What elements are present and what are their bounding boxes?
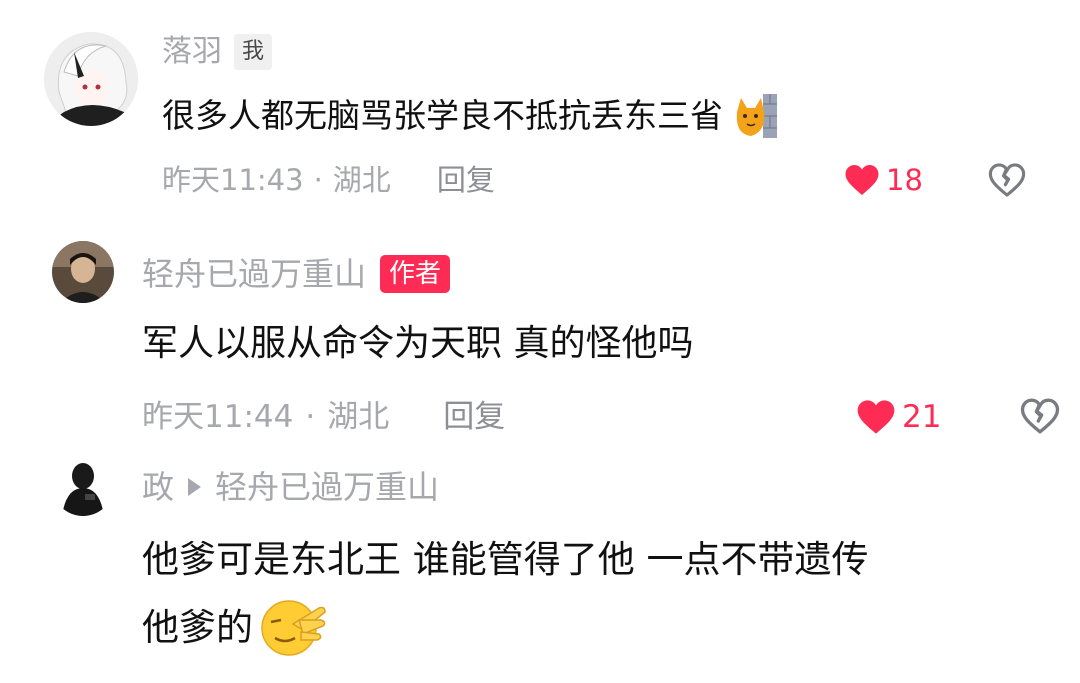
comment-author[interactable]: 政 [142,464,174,510]
reply-to-user[interactable]: 轻舟已過万重山 [215,464,439,510]
separator: · [305,399,316,435]
facepalm-emoji [259,598,329,658]
comment-time: 昨天11:43 [162,163,304,197]
comment-item: 轻舟已過万重山 作者 军人以服从命令为天职 真的怪他吗 昨天11:44 · 湖北… [0,225,1080,445]
comment-text: 很多人都无脑骂张学良不抵抗丢东三省 [162,96,723,135]
avatar[interactable] [52,241,114,303]
reply-arrow-icon [188,478,202,496]
reply-comment-item: 政 轻舟已過万重山 他爹可是东北王 谁能管得了他 一点不带遗传 他爹的 [0,448,1080,683]
cat-wall-emoji [733,92,779,140]
reply-button[interactable]: 回复 [437,160,495,200]
reply-button[interactable]: 回复 [443,395,505,439]
avatar[interactable] [52,454,114,516]
dislike-button[interactable] [988,162,1026,202]
avatar-image [44,32,138,126]
like-count: 21 [902,399,942,435]
broken-heart-icon [988,163,1026,197]
comment-text: 军人以服从命令为天职 真的怪他吗 [142,323,694,364]
comment-author[interactable]: 轻舟已過万重山 [142,251,366,297]
like-button[interactable]: 18 [844,160,923,200]
broken-heart-icon [1020,398,1060,434]
comment-text-line1: 他爹可是东北王 谁能管得了他 一点不带遗传 [142,538,869,581]
author-tag: 作者 [380,255,451,293]
comment-item: 落羽 我 很多人都无脑骂张学良不抵抗丢东三省 昨天11:43 · 湖北 回复 1… [0,0,1080,220]
dislike-button[interactable] [1020,397,1060,439]
like-button[interactable]: 21 [856,395,941,439]
comment-author[interactable]: 落羽 [162,30,222,74]
avatar-image [52,454,114,516]
avatar[interactable] [44,32,138,126]
avatar-image [52,241,114,303]
me-tag: 我 [234,34,273,70]
comment-location: 湖北 [327,399,390,435]
comment-time: 昨天11:44 [142,399,294,435]
heart-filled-icon [845,165,879,195]
separator: · [313,163,323,197]
comment-text-line2: 他爹的 [142,606,253,649]
heart-filled-icon [857,400,895,434]
like-count: 18 [886,163,923,197]
comment-location: 湖北 [332,163,391,197]
